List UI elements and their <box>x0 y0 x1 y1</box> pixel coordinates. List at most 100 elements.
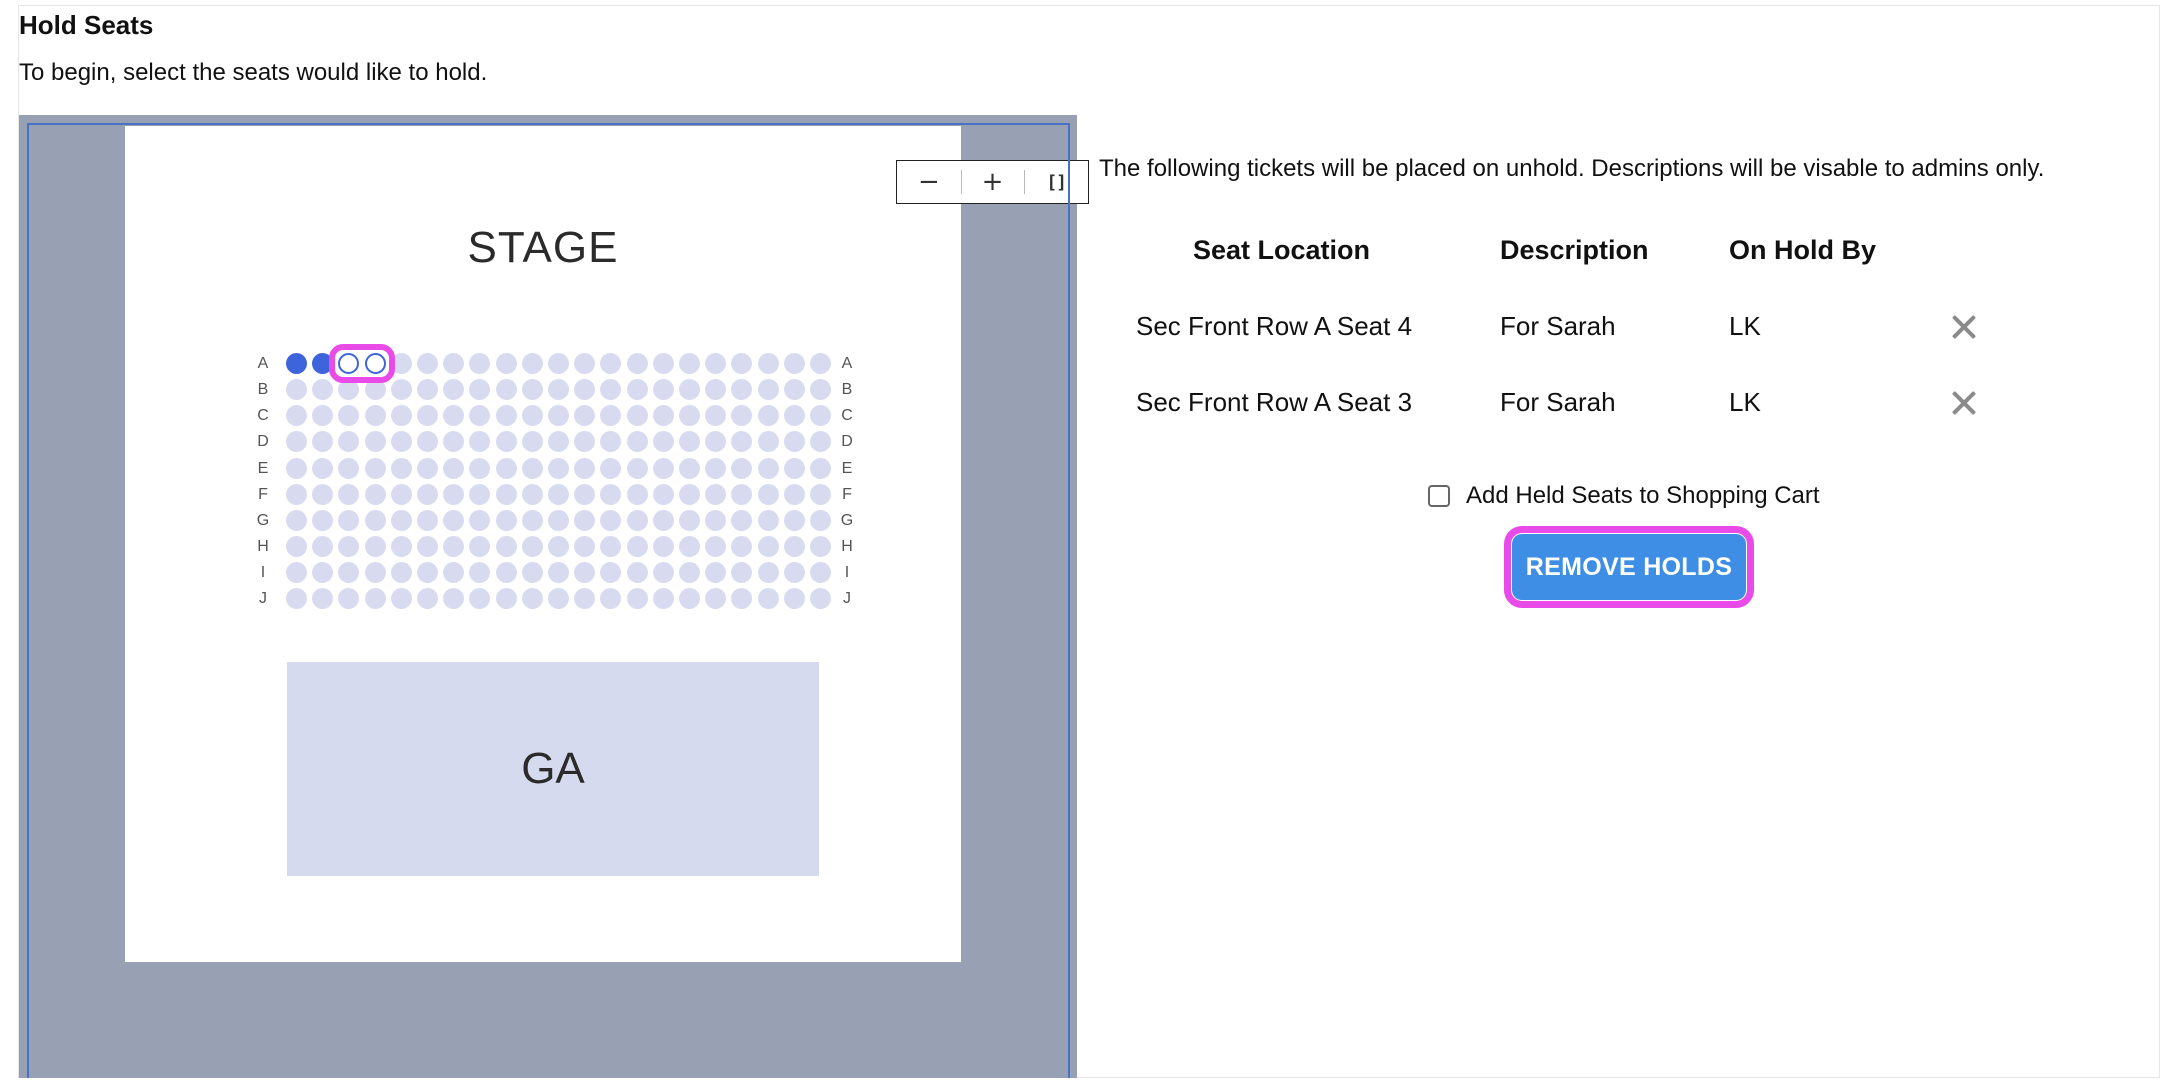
seat-E14[interactable] <box>626 457 648 479</box>
seat-A13[interactable] <box>600 353 622 374</box>
seat-B10[interactable] <box>521 379 543 401</box>
seat-D19[interactable] <box>757 431 779 453</box>
seat-A21[interactable] <box>810 353 831 374</box>
seat-A20[interactable] <box>783 353 805 374</box>
seat-C11[interactable] <box>548 405 569 427</box>
seat-H7[interactable] <box>443 536 465 558</box>
seat-G3[interactable] <box>338 509 360 531</box>
seat-H5[interactable] <box>390 536 412 558</box>
seat-D15[interactable] <box>652 431 674 453</box>
seat-F4[interactable] <box>364 483 386 505</box>
seat-F13[interactable] <box>600 483 622 505</box>
seat-I2[interactable] <box>312 562 334 584</box>
seat-G16[interactable] <box>679 509 700 531</box>
seat-E15[interactable] <box>652 457 674 479</box>
seat-G6[interactable] <box>417 509 438 531</box>
seat-map-canvas[interactable]: STAGE AABBCCDDEEFFGGHHIIJJ GA <box>125 126 961 962</box>
seat-D21[interactable] <box>810 431 831 453</box>
seat-C13[interactable] <box>600 405 622 427</box>
seat-C2[interactable] <box>312 405 334 427</box>
seat-C5[interactable] <box>390 405 412 427</box>
seat-E8[interactable] <box>469 457 491 479</box>
seat-C9[interactable] <box>495 405 517 427</box>
seat-D6[interactable] <box>417 431 438 453</box>
seat-J1[interactable] <box>286 588 307 610</box>
seat-H17[interactable] <box>705 536 727 558</box>
seat-C17[interactable] <box>705 405 727 427</box>
seat-J8[interactable] <box>469 588 491 610</box>
seat-D16[interactable] <box>679 431 700 453</box>
add-to-cart-label[interactable]: Add Held Seats to Shopping Cart <box>1466 482 1820 510</box>
seat-I3[interactable] <box>338 562 360 584</box>
seat-B17[interactable] <box>705 379 727 401</box>
seat-E7[interactable] <box>443 457 465 479</box>
seat-D20[interactable] <box>783 431 805 453</box>
seat-A12[interactable] <box>574 353 596 374</box>
seat-C18[interactable] <box>731 405 753 427</box>
seat-J15[interactable] <box>652 588 674 610</box>
seat-F18[interactable] <box>731 483 753 505</box>
seat-I1[interactable] <box>286 562 307 584</box>
seat-A6[interactable] <box>417 353 438 374</box>
seat-B7[interactable] <box>443 379 465 401</box>
seat-F10[interactable] <box>521 483 543 505</box>
seat-C3[interactable] <box>338 405 360 427</box>
seat-F19[interactable] <box>757 483 779 505</box>
seat-H3[interactable] <box>338 536 360 558</box>
seat-D1[interactable] <box>286 431 307 453</box>
seat-H20[interactable] <box>783 536 805 558</box>
seat-F5[interactable] <box>390 483 412 505</box>
seat-C14[interactable] <box>626 405 648 427</box>
seat-B11[interactable] <box>548 379 569 401</box>
seat-B18[interactable] <box>731 379 753 401</box>
seat-G12[interactable] <box>574 509 596 531</box>
seat-D10[interactable] <box>521 431 543 453</box>
seat-C6[interactable] <box>417 405 438 427</box>
seat-C1[interactable] <box>286 405 307 427</box>
seat-B5[interactable] <box>390 379 412 401</box>
seat-E17[interactable] <box>705 457 727 479</box>
seat-B6[interactable] <box>417 379 438 401</box>
seat-A3[interactable] <box>338 353 360 374</box>
seat-D11[interactable] <box>548 431 569 453</box>
seat-C4[interactable] <box>364 405 386 427</box>
seat-G2[interactable] <box>312 509 334 531</box>
seat-F11[interactable] <box>548 483 569 505</box>
seat-E10[interactable] <box>521 457 543 479</box>
seat-E6[interactable] <box>417 457 438 479</box>
seat-B21[interactable] <box>810 379 831 401</box>
seat-G1[interactable] <box>286 509 307 531</box>
seat-G5[interactable] <box>390 509 412 531</box>
seat-G8[interactable] <box>469 509 491 531</box>
seat-F6[interactable] <box>417 483 438 505</box>
seat-B1[interactable] <box>286 379 307 401</box>
seat-A1[interactable] <box>286 353 307 374</box>
seat-B9[interactable] <box>495 379 517 401</box>
seat-H16[interactable] <box>679 536 700 558</box>
seat-C15[interactable] <box>652 405 674 427</box>
seat-I19[interactable] <box>757 562 779 584</box>
seat-D8[interactable] <box>469 431 491 453</box>
seat-G19[interactable] <box>757 509 779 531</box>
seat-A7[interactable] <box>443 353 465 374</box>
seat-F15[interactable] <box>652 483 674 505</box>
seat-F8[interactable] <box>469 483 491 505</box>
seat-B15[interactable] <box>652 379 674 401</box>
seat-F2[interactable] <box>312 483 334 505</box>
seat-I21[interactable] <box>810 562 831 584</box>
seat-H18[interactable] <box>731 536 753 558</box>
seat-G11[interactable] <box>548 509 569 531</box>
seat-J21[interactable] <box>810 588 831 610</box>
seat-J12[interactable] <box>574 588 596 610</box>
seat-G7[interactable] <box>443 509 465 531</box>
seat-E21[interactable] <box>810 457 831 479</box>
seat-H4[interactable] <box>364 536 386 558</box>
seat-E13[interactable] <box>600 457 622 479</box>
seat-H13[interactable] <box>600 536 622 558</box>
seat-A11[interactable] <box>548 353 569 374</box>
seat-B3[interactable] <box>338 379 360 401</box>
seat-H15[interactable] <box>652 536 674 558</box>
seat-I5[interactable] <box>390 562 412 584</box>
zoom-out-button[interactable]: − <box>897 161 961 203</box>
seat-J3[interactable] <box>338 588 360 610</box>
